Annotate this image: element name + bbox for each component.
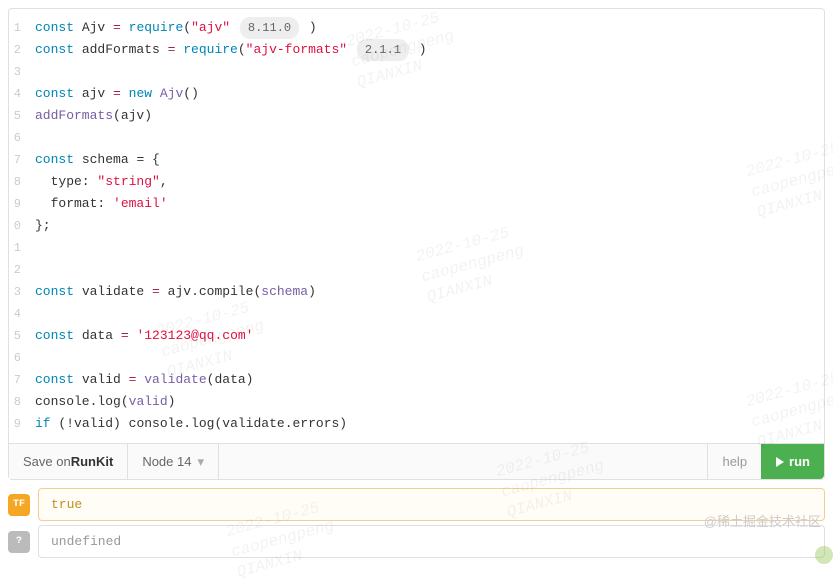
version-badge[interactable]: 8.11.0	[240, 17, 299, 39]
node-version-dropdown[interactable]: Node 14▾	[128, 444, 219, 479]
credit-text: @稀土掘金技术社区	[704, 511, 821, 530]
type-badge-boolean: TF	[8, 494, 30, 516]
code-content[interactable]: const Ajv = require("ajv" 8.11.0 ) const…	[23, 17, 824, 435]
code-editor[interactable]: 1234567890123456789 const Ajv = require(…	[8, 8, 825, 480]
save-button[interactable]: Save on RunKit	[9, 444, 128, 479]
chevron-down-icon: ▾	[197, 454, 204, 470]
run-button[interactable]: run	[761, 444, 824, 479]
type-badge-undefined: ?	[8, 531, 30, 553]
line-gutter: 1234567890123456789	[9, 17, 23, 435]
output-row: ? undefined	[8, 525, 825, 558]
side-decoration-icon	[815, 546, 833, 564]
version-badge[interactable]: 2.1.1	[357, 39, 409, 61]
output-row: TF true	[8, 488, 825, 521]
editor-toolbar: Save on RunKit Node 14▾ help run	[9, 443, 824, 479]
help-button[interactable]: help	[707, 444, 761, 479]
play-icon	[775, 457, 785, 467]
